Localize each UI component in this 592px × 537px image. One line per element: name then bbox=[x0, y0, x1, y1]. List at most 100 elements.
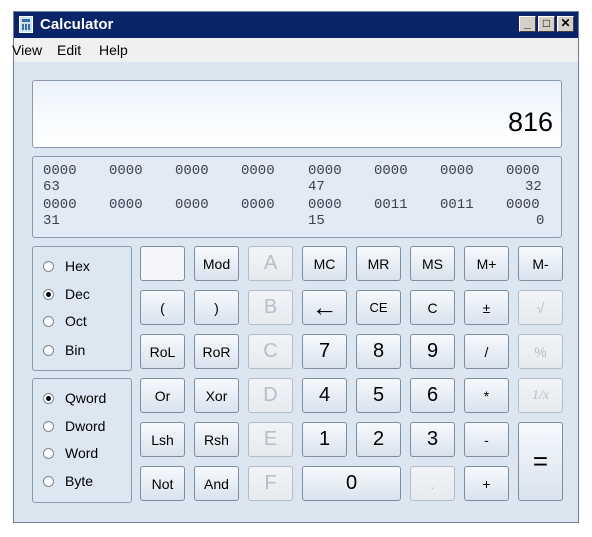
xor-button[interactable]: Xor bbox=[194, 378, 239, 413]
bit-group[interactable]: 0000 bbox=[109, 197, 143, 213]
radio-label: Qword bbox=[65, 390, 107, 406]
radio-button[interactable] bbox=[43, 448, 54, 459]
calculator-window: Calculator _ □ ✕ View Edit Help 816 0000… bbox=[12, 11, 579, 523]
bit-index: 15 bbox=[308, 213, 325, 229]
bit-group[interactable]: 0011 bbox=[440, 197, 474, 213]
radio-label: Oct bbox=[65, 313, 87, 329]
memory-clear-button[interactable]: MC bbox=[302, 246, 347, 281]
bit-group[interactable]: 0000 bbox=[308, 163, 342, 179]
close-button[interactable]: ✕ bbox=[557, 16, 574, 32]
rotate-right-button[interactable]: RoR bbox=[194, 334, 239, 369]
digit-4-button[interactable]: 4 bbox=[302, 378, 347, 413]
bit-group[interactable]: 0000 bbox=[374, 163, 408, 179]
menu-edit[interactable]: Edit bbox=[57, 42, 81, 58]
memory-store-button[interactable]: MS bbox=[410, 246, 455, 281]
display-value: 816 bbox=[507, 107, 553, 137]
memory-recall-button[interactable]: MR bbox=[356, 246, 401, 281]
rotate-left-button[interactable]: RoL bbox=[140, 334, 185, 369]
hex-a-button[interactable]: A bbox=[248, 246, 293, 281]
close-paren-button[interactable]: ) bbox=[194, 290, 239, 325]
radio-button[interactable] bbox=[43, 421, 54, 432]
number-base-group: Hex Dec Oct Bin bbox=[32, 246, 132, 371]
digit-6-button[interactable]: 6 bbox=[410, 378, 455, 413]
mod-button[interactable]: Mod bbox=[194, 246, 239, 281]
digit-5-button[interactable]: 5 bbox=[356, 378, 401, 413]
radio-button[interactable] bbox=[43, 289, 54, 300]
or-button[interactable]: Or bbox=[140, 378, 185, 413]
hex-d-button[interactable]: D bbox=[248, 378, 293, 413]
bit-group[interactable]: 0000 bbox=[241, 197, 275, 213]
radio-button[interactable] bbox=[43, 316, 54, 327]
maximize-button[interactable]: □ bbox=[538, 16, 555, 32]
digit-2-button[interactable]: 2 bbox=[356, 422, 401, 457]
digit-9-button[interactable]: 9 bbox=[410, 334, 455, 369]
bit-group[interactable]: 0000 bbox=[43, 197, 77, 213]
add-button[interactable]: + bbox=[464, 466, 509, 501]
percent-button[interactable]: % bbox=[518, 334, 563, 369]
multiply-button[interactable]: * bbox=[464, 378, 509, 413]
radio-button[interactable] bbox=[43, 345, 54, 356]
memory-indicator bbox=[140, 246, 185, 281]
memory-subtract-button[interactable]: M- bbox=[518, 246, 563, 281]
memory-add-button[interactable]: M+ bbox=[464, 246, 509, 281]
bit-group[interactable]: 0000 bbox=[506, 163, 540, 179]
radio-button[interactable] bbox=[43, 393, 54, 404]
hex-e-button[interactable]: E bbox=[248, 422, 293, 457]
clear-entry-button[interactable]: CE bbox=[356, 290, 401, 325]
bit-group[interactable]: 0000 bbox=[175, 163, 209, 179]
radio-label: Word bbox=[65, 445, 99, 461]
word-size-group: Qword Dword Word Byte bbox=[32, 378, 132, 503]
radio-button[interactable] bbox=[43, 261, 54, 272]
decimal-button[interactable]: . bbox=[410, 466, 455, 501]
radio-label: Bin bbox=[65, 342, 86, 358]
equals-button[interactable]: = bbox=[518, 422, 563, 501]
reciprocal-button[interactable]: 1/x bbox=[518, 378, 563, 413]
digit-3-button[interactable]: 3 bbox=[410, 422, 455, 457]
bit-group[interactable]: 0000 bbox=[308, 197, 342, 213]
bit-group[interactable]: 0000 bbox=[506, 197, 540, 213]
hex-c-button[interactable]: C bbox=[248, 334, 293, 369]
digit-8-button[interactable]: 8 bbox=[356, 334, 401, 369]
digit-0-button[interactable]: 0 bbox=[302, 466, 401, 501]
window-title: Calculator bbox=[40, 16, 114, 33]
radio-label: Dword bbox=[65, 418, 106, 434]
subtract-button[interactable]: - bbox=[464, 422, 509, 457]
bit-index: 32 bbox=[525, 179, 542, 195]
hex-f-button[interactable]: F bbox=[248, 466, 293, 501]
digit-7-button[interactable]: 7 bbox=[302, 334, 347, 369]
open-paren-button[interactable]: ( bbox=[140, 290, 185, 325]
bit-group[interactable]: 0000 bbox=[440, 163, 474, 179]
bit-group[interactable]: 0000 bbox=[175, 197, 209, 213]
bit-index: 63 bbox=[43, 179, 60, 195]
bit-index: 0 bbox=[536, 213, 545, 229]
bit-group[interactable]: 0000 bbox=[109, 163, 143, 179]
left-shift-button[interactable]: Lsh bbox=[140, 422, 185, 457]
clear-button[interactable]: C bbox=[410, 290, 455, 325]
bit-index: 31 bbox=[43, 213, 60, 229]
radio-button[interactable] bbox=[43, 476, 54, 487]
bit-group[interactable]: 0011 bbox=[374, 197, 408, 213]
bit-panel: 0000 0000 0000 0000 0000 0000 0000 0000 … bbox=[32, 156, 562, 238]
hex-b-button[interactable]: B bbox=[248, 290, 293, 325]
radio-label: Hex bbox=[65, 258, 90, 274]
sqrt-button[interactable]: √ bbox=[518, 290, 563, 325]
menu-view[interactable]: View bbox=[12, 42, 42, 58]
menu-bar: View Edit Help bbox=[12, 38, 578, 62]
and-button[interactable]: And bbox=[194, 466, 239, 501]
title-bar[interactable]: Calculator _ □ ✕ bbox=[14, 12, 578, 38]
right-shift-button[interactable]: Rsh bbox=[194, 422, 239, 457]
divide-button[interactable]: / bbox=[464, 334, 509, 369]
bit-index: 47 bbox=[308, 179, 325, 195]
radio-label: Dec bbox=[65, 286, 90, 302]
result-display: 816 bbox=[32, 80, 562, 148]
minimize-button[interactable]: _ bbox=[519, 16, 536, 32]
bit-group[interactable]: 0000 bbox=[241, 163, 275, 179]
not-button[interactable]: Not bbox=[140, 466, 185, 501]
calculator-icon bbox=[19, 16, 33, 33]
backspace-button[interactable]: ← bbox=[302, 290, 347, 325]
bit-group[interactable]: 0000 bbox=[43, 163, 77, 179]
radio-label: Byte bbox=[65, 473, 94, 489]
digit-1-button[interactable]: 1 bbox=[302, 422, 347, 457]
menu-help[interactable]: Help bbox=[99, 42, 128, 58]
negate-button[interactable]: ± bbox=[464, 290, 509, 325]
